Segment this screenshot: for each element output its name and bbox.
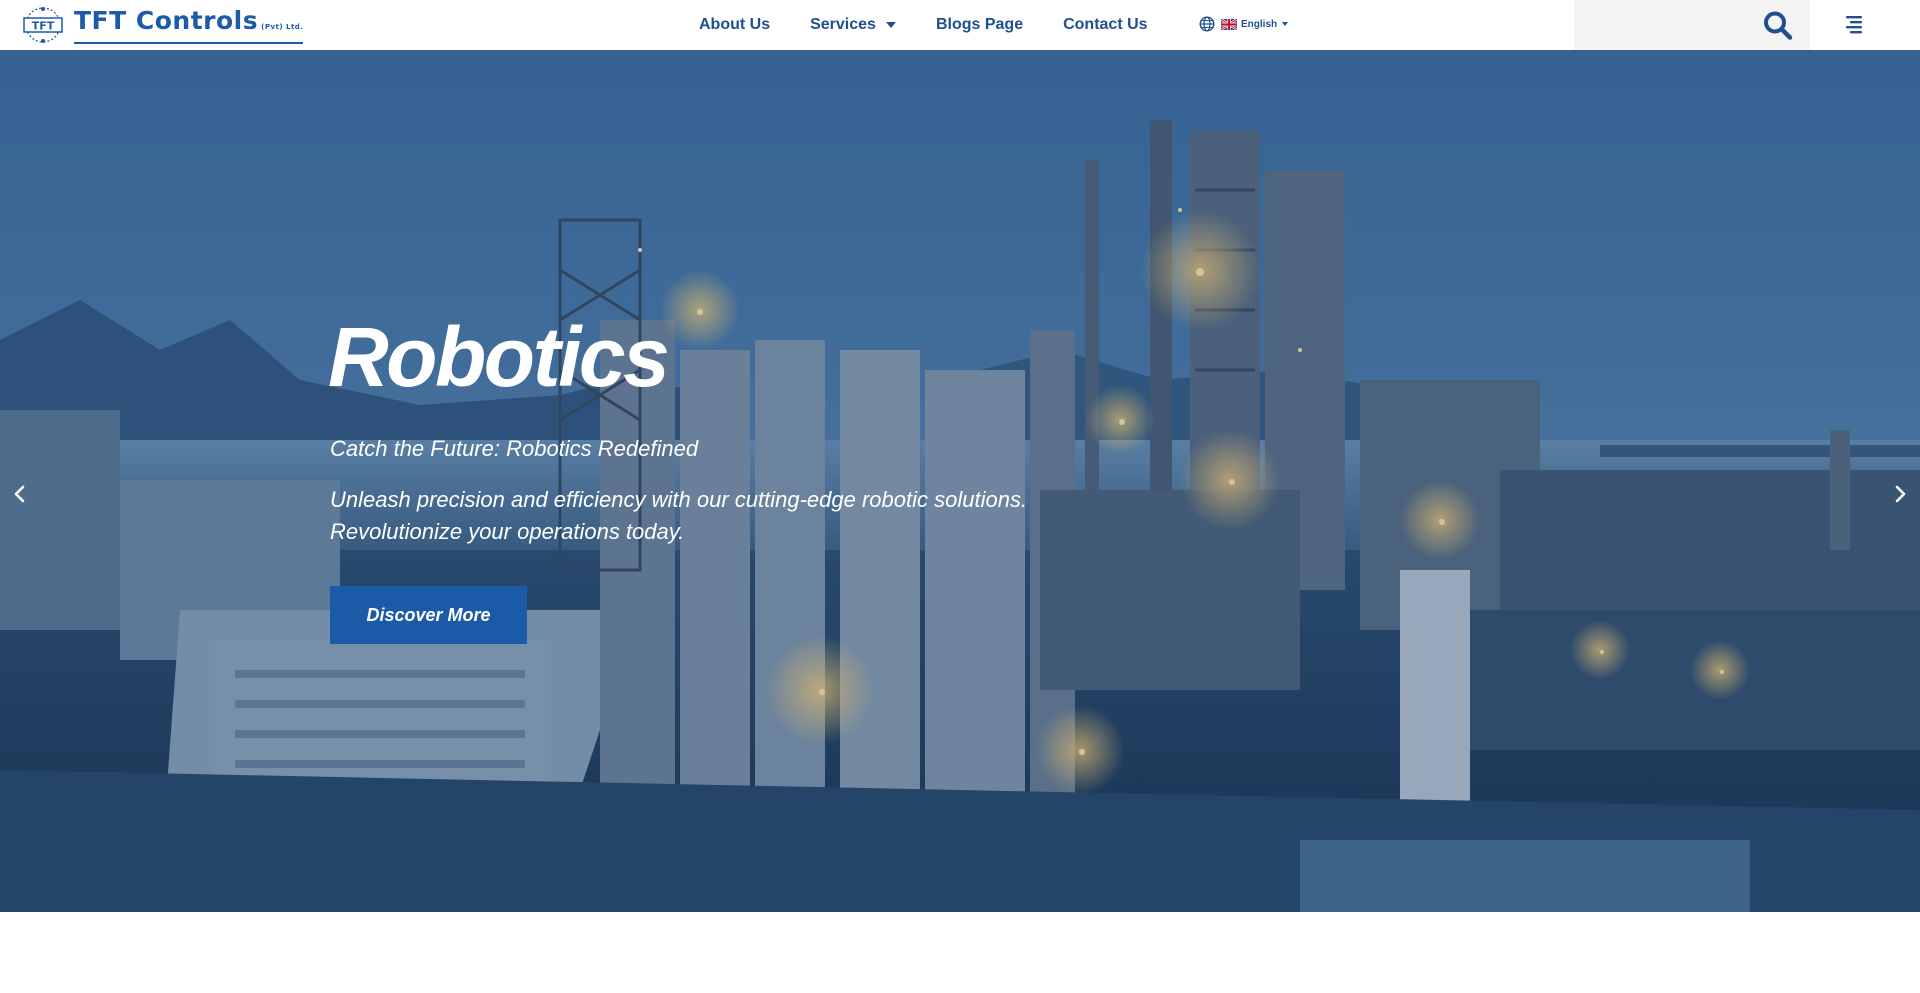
industrial-plant-background-image	[0, 50, 1920, 912]
language-label: English	[1241, 18, 1278, 30]
brand-suffix: (Pvt) Ltd.	[261, 22, 304, 31]
nav-about-us[interactable]: About Us	[699, 16, 770, 34]
globe-icon	[1199, 16, 1215, 32]
nav-services[interactable]: Services	[810, 16, 896, 34]
site-header: TFT TFT Controls (Pvt) Ltd. About Us Serv…	[0, 0, 1920, 50]
main-nav: About Us Services Blogs Page Contact Us	[699, 0, 1148, 50]
caret-down-icon	[1282, 22, 1289, 26]
tft-logo-icon: TFT	[23, 7, 63, 43]
language-switcher[interactable]: English	[1199, 16, 1289, 32]
discover-more-button[interactable]: Discover More	[330, 586, 527, 644]
nav-services-label: Services	[810, 16, 876, 33]
site-logo[interactable]: TFT TFT Controls (Pvt) Ltd.	[20, 5, 304, 44]
hamburger-menu-icon[interactable]	[1843, 13, 1865, 35]
search-icon[interactable]	[1762, 10, 1794, 40]
hero-tagline: Catch the Future: Robotics Redefined	[330, 436, 699, 461]
chevron-right-icon[interactable]	[1886, 480, 1914, 508]
uk-flag-icon	[1221, 18, 1237, 30]
svg-text:TFT: TFT	[32, 20, 55, 33]
brand-name: TFT Controls	[74, 5, 259, 35]
hero-description: Unleash precision and efficiency with ou…	[330, 487, 1028, 544]
nav-contact-us[interactable]: Contact Us	[1063, 16, 1147, 34]
chevron-left-icon[interactable]	[6, 480, 34, 508]
search-input[interactable]	[1580, 8, 1740, 42]
hero-slider: Robotics Catch the Future: Robotics Rede…	[0, 50, 1920, 912]
chevron-down-icon	[885, 22, 896, 28]
hero-title: Robotics	[328, 310, 670, 404]
nav-blogs-page[interactable]: Blogs Page	[936, 16, 1023, 34]
